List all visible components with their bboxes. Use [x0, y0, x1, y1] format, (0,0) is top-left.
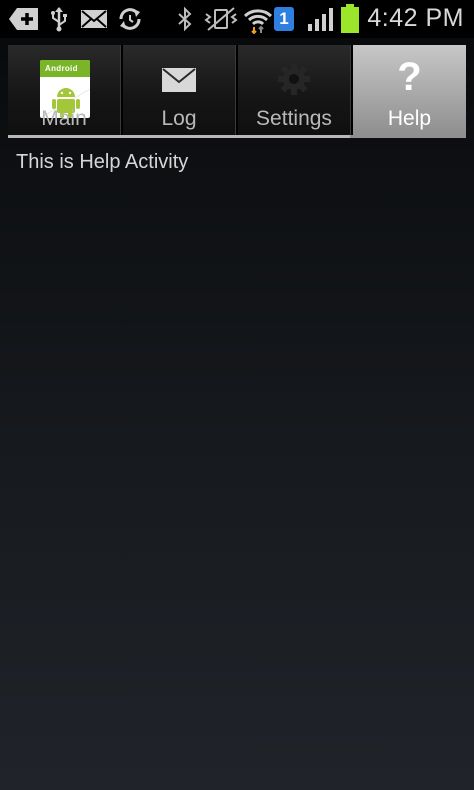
bluetooth-icon — [176, 6, 194, 32]
help-activity-screen: 1 4:42 PM Android Main Log Settings ? He… — [0, 0, 474, 790]
tab-main[interactable]: Android Main — [8, 45, 121, 135]
tab-indicator-strip — [8, 135, 350, 138]
envelope-icon — [161, 67, 197, 98]
mail-icon — [80, 6, 108, 32]
wifi-icon — [243, 6, 273, 34]
gear-icon — [276, 61, 312, 102]
tab-main-label: Main — [41, 107, 87, 130]
battery-icon — [340, 4, 360, 33]
status-clock: 4:42 PM — [367, 4, 464, 32]
tab-selected-indicator — [350, 135, 466, 138]
tab-log[interactable]: Log — [123, 45, 236, 135]
help-activity-text: This is Help Activity — [16, 151, 189, 173]
tab-settings-label: Settings — [256, 107, 332, 130]
tab-help[interactable]: ? Help — [353, 45, 466, 135]
question-icon: ? — [397, 55, 422, 99]
status-bar: 1 4:42 PM — [0, 0, 474, 38]
vibrate-icon — [204, 6, 238, 32]
usb-icon — [49, 6, 69, 32]
sim-icon: 1 — [274, 7, 294, 31]
tab-log-label: Log — [161, 107, 197, 130]
add-icon — [8, 6, 40, 32]
tab-help-label: Help — [387, 107, 432, 130]
tab-bar: Android Main Log Settings ? Help — [8, 45, 466, 137]
sync-icon — [116, 6, 144, 32]
android-app-icon-label: Android — [40, 60, 90, 77]
signal-icon — [306, 6, 336, 32]
tab-settings[interactable]: Settings — [238, 45, 351, 135]
